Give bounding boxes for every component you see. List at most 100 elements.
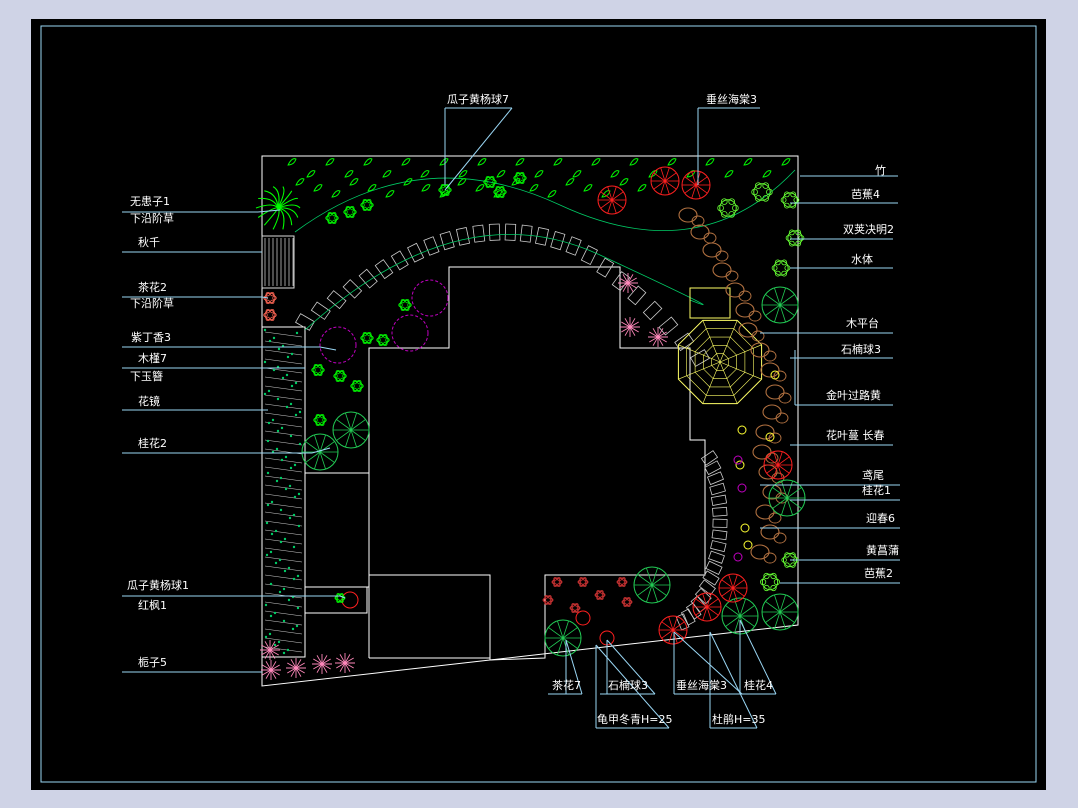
hedge-dot: [265, 553, 269, 557]
bamboo-leaf: [331, 190, 341, 198]
hedge-dot: [272, 336, 276, 340]
plant-label-huangchangpu: 黄菖蒲: [866, 544, 899, 557]
hedge-dot: [289, 402, 293, 406]
stepping-stone: [642, 300, 663, 321]
hedge-dot: [279, 508, 283, 512]
iris: [743, 540, 753, 550]
stepping-stone: [550, 230, 566, 251]
boxwood-ball: [311, 363, 325, 377]
plant-label-qiuqian: 秋千: [138, 236, 160, 249]
tree-branch: [772, 497, 788, 509]
rock: [755, 424, 775, 440]
camellia: [594, 590, 606, 600]
leaf-shape: [331, 190, 341, 198]
hedge-hatch: [264, 403, 303, 410]
plant-label-guijia: 龟甲冬青H=25: [597, 713, 673, 726]
plant-label-dujuan: 杜鹃H=35: [712, 713, 766, 726]
camellia: [542, 595, 554, 605]
hedge-dot: [280, 458, 284, 462]
plant-lobe: [760, 578, 767, 586]
hedge-hatch: [264, 349, 303, 356]
tree-branch: [319, 451, 326, 470]
tree-branch: [786, 497, 793, 516]
hedge-dot: [292, 545, 296, 549]
tree-branch: [651, 574, 667, 586]
tree-branch: [305, 441, 321, 453]
plant-label-shinan_b: 石楠球3: [608, 679, 648, 692]
plant-outline: [782, 192, 798, 208]
tree-branch: [562, 627, 578, 639]
tree-branch: [562, 620, 569, 639]
tree-branch: [345, 412, 352, 431]
tree-branch: [350, 429, 357, 448]
leaf-shape: [515, 158, 525, 166]
tree-branch: [786, 487, 802, 499]
bamboo-leaf: [637, 184, 647, 192]
tree-branch: [779, 304, 795, 316]
iris: [735, 460, 745, 470]
pink-flower: [261, 660, 281, 680]
leaf-shape: [457, 178, 467, 186]
hedge-dot: [286, 648, 290, 652]
bamboo-leaf: [401, 158, 411, 166]
tree-branch: [646, 584, 653, 603]
plant-label-xiayanjiecao1: 下沿阶草: [130, 212, 174, 225]
boxwood-ball: [360, 198, 374, 212]
hedge-hatch: [264, 394, 303, 401]
bamboo-leaf: [420, 170, 430, 178]
hedge-hatch: [264, 601, 303, 608]
leaf-shape: [591, 158, 601, 166]
tree-branch: [548, 627, 564, 639]
rock: [760, 524, 780, 540]
hedge-dot: [294, 381, 298, 385]
hedge-dot: [288, 516, 292, 520]
osmanthus: [544, 619, 582, 657]
tree-branch: [646, 567, 653, 586]
stepping-stone: [710, 540, 727, 553]
leaf-shape: [496, 170, 506, 178]
hedge-dot: [274, 561, 278, 565]
bamboo-leaf: [629, 158, 639, 166]
bamboo-leaf: [743, 158, 753, 166]
bamboo-leaf: [547, 190, 557, 198]
leaf-shape: [572, 170, 582, 178]
tree-branch: [637, 584, 653, 596]
hedge-dot: [282, 651, 286, 655]
plant-label-huajing: 花镜: [138, 395, 160, 408]
lilac: [391, 314, 429, 352]
landscape-plan: [40, 25, 1037, 783]
bamboo-leaf: [762, 170, 772, 178]
plant-label-jinye: 金叶过路黄: [826, 389, 881, 402]
hedge-hatch: [264, 538, 303, 545]
plant-lobe: [780, 197, 787, 203]
tree-branch: [548, 637, 564, 649]
hedge-dot: [275, 479, 279, 483]
bamboo-leaf: [477, 158, 487, 166]
bamboo-leaf: [667, 158, 677, 166]
hedge-dot: [278, 590, 282, 594]
plant-outline: [753, 183, 771, 201]
pink-flower: [286, 658, 306, 678]
hedge-hatch: [264, 574, 303, 581]
banana-shrub: [780, 191, 800, 209]
stepping-stone: [711, 529, 728, 541]
hedge-dot: [266, 471, 270, 475]
bamboo-leaf: [306, 170, 316, 178]
leaf-shape: [382, 170, 392, 178]
bamboo-leaf: [781, 158, 791, 166]
hedge-hatch: [264, 493, 303, 500]
cad-viewport[interactable]: 无患子1 下沿阶草 秋千 茶花2 下沿阶草 紫丁香3 木槿7 下玉簪 花镜 桂花2 瓜子黄杨球1 红枫…: [31, 19, 1046, 790]
hedge-dot: [285, 405, 289, 409]
plant-lobe: [717, 204, 724, 212]
hedge-dot: [268, 339, 272, 343]
hedge-hatch: [264, 520, 303, 527]
hedge-dot: [298, 410, 302, 414]
red-maple: [341, 591, 359, 609]
plant-label-guihua1: 桂花1: [862, 484, 891, 497]
hedge-dot: [297, 524, 301, 528]
periwinkle: [733, 455, 743, 465]
hedge-dot: [266, 439, 270, 443]
pink-flower: [312, 654, 332, 674]
hedge-dot: [282, 619, 286, 623]
bamboo-leaf: [591, 158, 601, 166]
